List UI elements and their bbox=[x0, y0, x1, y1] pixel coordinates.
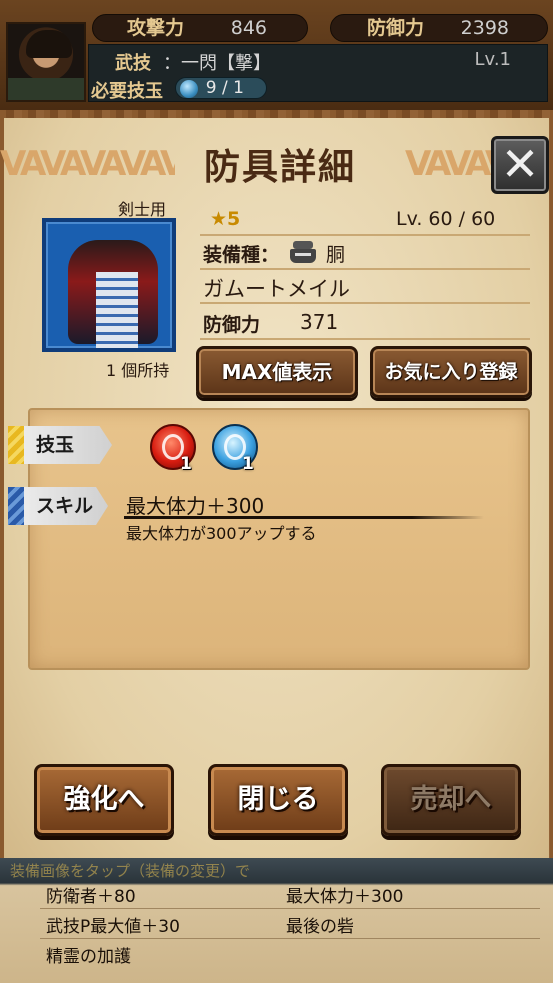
portrait-shirt bbox=[8, 78, 84, 100]
user-type-label: 剣士用 bbox=[118, 200, 167, 219]
favorite-button[interactable]: お気に入り登録 bbox=[370, 346, 532, 398]
weapon-skill-row: 武技 ：一閃【撃】 bbox=[115, 49, 271, 75]
weapon-skill-box: 武技 ：一閃【撃】 Lv.1 必要技玉 9 / 1 bbox=[88, 44, 548, 102]
close-icon[interactable]: ✕ bbox=[491, 136, 549, 194]
armor-defense-value: 371 bbox=[300, 310, 339, 334]
armor-defense-label: 防御力 bbox=[203, 314, 261, 336]
tribal-pattern-right: VAVAVAV bbox=[405, 144, 495, 184]
skill-tag: スキル bbox=[8, 487, 108, 525]
close-button[interactable]: 閉じる bbox=[208, 764, 348, 836]
skill-name: 最大体力＋300 bbox=[126, 494, 265, 518]
body-armor-icon-top bbox=[293, 241, 313, 249]
body-armor-icon-bottom bbox=[290, 249, 316, 263]
skill-description: 最大体力が300アップする bbox=[126, 524, 317, 543]
sell-button[interactable]: 売却へ bbox=[381, 764, 521, 836]
status-bar: 攻撃力 846 防御力 2398 武技 ：一閃【撃】 Lv.1 必要技玉 9 / … bbox=[0, 0, 553, 110]
body-armor-icon bbox=[290, 241, 316, 265]
weapon-skill-value: 一閃【撃】 bbox=[181, 53, 271, 74]
body-armor-icon-stripe bbox=[295, 253, 311, 256]
enhance-button[interactable]: 強化へ bbox=[34, 764, 174, 836]
gem-tag: 技玉 bbox=[8, 426, 112, 464]
tribal-pattern-left: VAVAVAVAVAVAV bbox=[0, 144, 175, 184]
skills-divider bbox=[40, 908, 540, 909]
water-gem-count: 1 bbox=[242, 454, 254, 474]
weapon-skill-sep: ： bbox=[163, 53, 181, 74]
hunter-portrait[interactable] bbox=[6, 22, 86, 102]
armor-level: Lv. 60 / 60 bbox=[396, 208, 496, 230]
panel-title: 防具詳細 bbox=[203, 146, 356, 188]
hint-ticker: 装備画像をタップ（装備の変更）で bbox=[10, 862, 251, 880]
equip-type: 胴 bbox=[326, 244, 346, 266]
attack-value: 846 bbox=[230, 17, 267, 39]
active-skill: 精霊の加護 bbox=[46, 947, 131, 967]
defense-stat: 防御力 2398 bbox=[330, 14, 548, 42]
active-skill: 最大体力＋300 bbox=[286, 887, 404, 907]
active-skill: 武技P最大値＋30 bbox=[46, 917, 180, 937]
max-value-button[interactable]: MAX値表示 bbox=[196, 346, 358, 398]
defense-value: 2398 bbox=[460, 17, 509, 39]
skill-underline bbox=[124, 516, 484, 519]
portrait-hair bbox=[26, 30, 72, 58]
fire-gem-count: 1 bbox=[180, 454, 192, 474]
owned-count: 1 個所持 bbox=[106, 361, 170, 380]
required-gem-count: 9 / 1 bbox=[174, 77, 267, 99]
skills-divider bbox=[40, 938, 540, 939]
required-gem-label: 必要技玉 bbox=[91, 81, 163, 102]
active-skill: 最後の砦 bbox=[286, 917, 354, 937]
armor-pattern bbox=[96, 272, 138, 348]
equip-type-label: 装備種： bbox=[203, 244, 280, 266]
weapon-skill-level: Lv.1 bbox=[474, 49, 511, 70]
water-gem-icon bbox=[179, 80, 198, 98]
weapon-skill-label: 武技 bbox=[115, 53, 151, 74]
armor-image[interactable] bbox=[42, 218, 176, 352]
required-gem-row: 必要技玉 9 / 1 bbox=[91, 75, 267, 103]
rarity-stars: ★5 bbox=[210, 208, 241, 230]
attack-stat: 攻撃力 846 bbox=[92, 14, 308, 42]
defense-label: 防御力 bbox=[367, 17, 425, 39]
attack-label: 攻撃力 bbox=[127, 17, 185, 39]
required-gem-value: 9 / 1 bbox=[205, 78, 244, 98]
active-skill: 防衛者＋80 bbox=[46, 887, 136, 907]
equip-name: ガムートメイル bbox=[203, 277, 350, 301]
